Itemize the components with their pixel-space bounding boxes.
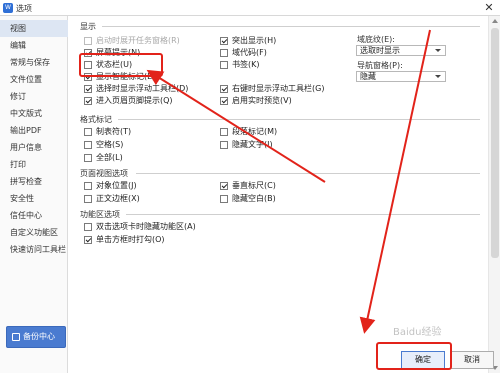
- watermark: Baidu经验: [393, 327, 442, 338]
- annotation-arrows: [146, 29, 431, 334]
- annotation-arrow-to-ok: [359, 29, 431, 334]
- annotation-arrow-to-status-bar: [146, 69, 326, 183]
